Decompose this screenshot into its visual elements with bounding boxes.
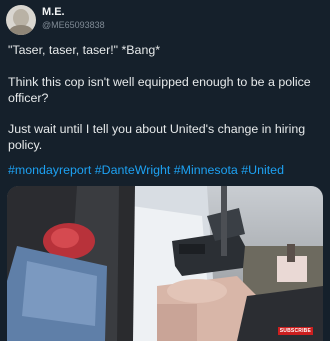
user-avatar[interactable] bbox=[6, 5, 36, 35]
avatar-body bbox=[9, 25, 33, 35]
user-name[interactable]: M.E. bbox=[42, 6, 65, 18]
tweet-card: M.E. @ME65093838 "Taser, taser, taser!" … bbox=[0, 0, 330, 341]
tweet-text-line-1: "Taser, taser, taser!" *Bang* bbox=[8, 43, 161, 57]
tweet-media-video[interactable]: SUBSCRIBE bbox=[7, 186, 323, 341]
video-still-image bbox=[7, 186, 323, 341]
tweet-text-line-3: Just wait until I tell you about United'… bbox=[8, 122, 306, 152]
user-handle[interactable]: @ME65093838 bbox=[42, 20, 105, 30]
tweet-hashtags[interactable]: #mondayreport #DanteWright #Minnesota #U… bbox=[8, 162, 326, 178]
tweet-text-line-2: Think this cop isn't well equipped enoug… bbox=[8, 75, 311, 105]
subscribe-badge[interactable]: SUBSCRIBE bbox=[277, 327, 313, 335]
